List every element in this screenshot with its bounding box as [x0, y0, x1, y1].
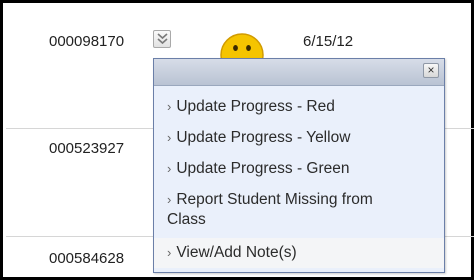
menu-item-update-progress-yellow[interactable]: › Update Progress - Yellow	[154, 128, 444, 148]
menu-header: ×	[154, 59, 444, 86]
menu-item-label: Report Student Missing from	[176, 191, 373, 208]
student-id: 000098170	[49, 33, 125, 50]
menu-item-label: Update Progress - Red	[176, 98, 335, 115]
close-icon: ×	[427, 63, 435, 77]
date-cell: 6/15/12	[303, 33, 354, 50]
student-id: 000584628	[49, 250, 125, 267]
menu-item-report-student-missing[interactable]: › Report Student Missing from Class	[154, 190, 444, 230]
menu-item-view-add-notes[interactable]: › View/Add Note(s)	[154, 238, 444, 268]
double-chevron-down-icon	[157, 33, 168, 45]
chevron-right-icon: ›	[167, 161, 172, 176]
close-menu-button[interactable]: ×	[423, 63, 439, 78]
table-frame: 000098170 6/15/12 000523927 000584628 ×	[0, 0, 474, 280]
menu-item-label: Update Progress - Green	[176, 160, 350, 177]
menu-item-label: Update Progress - Yellow	[176, 129, 351, 146]
chevron-right-icon: ›	[167, 130, 172, 145]
menu-item-label: View/Add Note(s)	[176, 244, 297, 261]
menu-item-label-continued: Class	[167, 211, 206, 228]
menu-item-update-progress-red[interactable]: › Update Progress - Red	[154, 97, 444, 117]
row-options-button[interactable]	[153, 30, 171, 48]
chevron-right-icon: ›	[167, 245, 172, 260]
chevron-right-icon: ›	[167, 192, 172, 207]
row-context-menu: × › Update Progress - Red › Update Progres…	[153, 58, 445, 273]
chevron-right-icon: ›	[167, 99, 172, 114]
menu-item-update-progress-green[interactable]: › Update Progress - Green	[154, 159, 444, 179]
student-id: 000523927	[49, 140, 125, 157]
